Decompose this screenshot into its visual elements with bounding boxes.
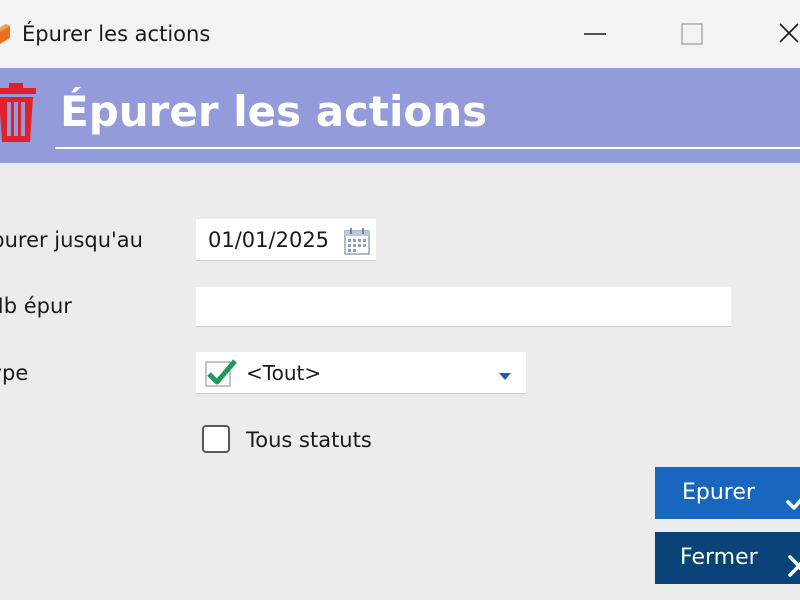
page-title: Épurer les actions: [60, 87, 488, 136]
chevron-down-icon[interactable]: [498, 367, 512, 386]
date-field[interactable]: 01/01/2025: [196, 219, 376, 261]
nb-input[interactable]: [196, 287, 731, 327]
check-icon: [204, 358, 238, 392]
minimize-icon: [584, 33, 606, 35]
type-label: Type: [0, 361, 29, 385]
title-underline: [55, 147, 800, 149]
checkmark-icon: [785, 481, 800, 519]
fermer-button[interactable]: Fermer: [655, 532, 800, 584]
close-button[interactable]: [768, 18, 800, 50]
window-title: Épurer les actions: [22, 22, 211, 46]
epurer-button-label: Epurer: [682, 480, 755, 505]
date-label: Épurer jusqu'au: [0, 228, 143, 252]
maximize-icon: [681, 23, 703, 45]
all-statuses-label[interactable]: Tous statuts: [246, 425, 372, 455]
close-x-icon: [785, 546, 800, 584]
date-value[interactable]: 01/01/2025: [208, 226, 329, 254]
all-statuses-checkbox[interactable]: [202, 425, 230, 453]
type-selected-value: <Tout>: [246, 361, 322, 385]
epurer-button[interactable]: Epurer: [655, 467, 800, 519]
minimize-button[interactable]: [576, 18, 616, 50]
title-bar: Épurer les actions: [0, 0, 800, 68]
maximize-button[interactable]: [672, 18, 712, 50]
type-select[interactable]: <Tout>: [196, 352, 526, 394]
calendar-icon[interactable]: [344, 227, 370, 259]
close-icon: [779, 23, 799, 43]
trash-icon: [0, 82, 40, 148]
nb-label: Nb épur: [0, 294, 72, 318]
app-icon: [0, 24, 10, 48]
fermer-button-label: Fermer: [680, 545, 758, 570]
